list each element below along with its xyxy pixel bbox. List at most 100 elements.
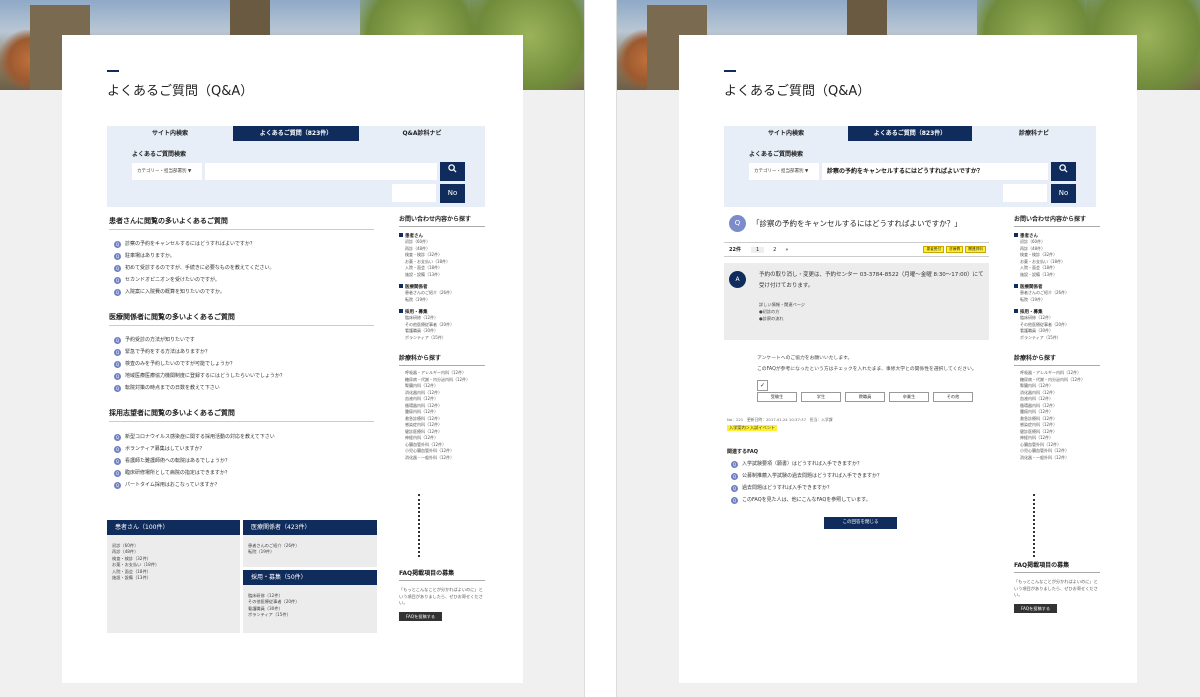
sidebar-link[interactable]: 施設・設備（13件） xyxy=(399,272,485,279)
tab-site-search[interactable]: サイト内検索 xyxy=(107,126,233,141)
search-button[interactable] xyxy=(1051,162,1076,181)
list-item[interactable]: Q 転院対策の時点までの日数を教えて下さい xyxy=(114,382,376,394)
sidebar-link[interactable]: 転院（19件） xyxy=(399,297,485,304)
question-icon: Q xyxy=(729,215,746,232)
search-input[interactable]: 診察の予約をキャンセルするにはどうすればよいですか？ xyxy=(822,163,1048,180)
answer-box: A 予約の取り消し・変更は、予約センター 03-3784-8522（月曜～金曜 … xyxy=(724,263,989,340)
list-item[interactable]: Q 緊急で予約をする方法はありますか？ xyxy=(114,346,376,358)
list-item[interactable]: Q 看護師た難護師術への転院はあるでしょうか？ xyxy=(114,455,376,467)
faq-detail-screen: よくあるご質問（Q&A） サイト内検索 よくあるご質問（823件） 診療科ナビ … xyxy=(616,0,1200,697)
list-item[interactable]: Q 予約受診の方法が知りたいです xyxy=(114,334,376,346)
list-item[interactable]: Q 公募制推薦入学試験の過去問題はどうすれば入手できますか？ xyxy=(731,470,981,482)
search-label: よくあるご質問検索 xyxy=(749,151,804,158)
sidebar-link[interactable]: ボランティア（15件） xyxy=(1014,335,1100,342)
feedback-button[interactable]: FAQを投稿する xyxy=(399,611,442,621)
faq-number-input[interactable] xyxy=(1003,184,1047,202)
category-title[interactable]: 医療関係者（423件） xyxy=(243,520,377,535)
list-item[interactable]: Q 診察の予約をキャンセルするにはどうすればよいですか？ xyxy=(114,238,376,250)
list-item[interactable]: Q 地域医療医療協力機関制度に登録するにはどうしたらいいでしょうか？ xyxy=(114,370,376,382)
list-item[interactable]: Q 検査のみを予約したいのですが可能でしょうか？ xyxy=(114,358,376,370)
list-item[interactable]: Q 臨床研修場所として病院の指定はできますか？ xyxy=(114,467,376,479)
list-item[interactable]: Q パートタイム採用はおこなっていますか？ xyxy=(114,479,376,491)
no-search-button[interactable]: No xyxy=(440,184,465,203)
more-dots xyxy=(1033,494,1035,557)
list-item[interactable]: Q 入院案に入院費の概算を知りたいのですか。 xyxy=(114,286,376,298)
sidebar-group-medical: 医療関係者 患者さんのご紹介（26件） 転院（19件） xyxy=(1014,284,1100,303)
sidebar-link[interactable]: ボランティア（15件） xyxy=(399,335,485,342)
category-title[interactable]: 患者さん（100件） xyxy=(107,520,240,535)
question-icon: Q xyxy=(114,372,121,380)
close-answer-button[interactable]: この回答を閉じる xyxy=(824,517,897,529)
category-link[interactable]: ボランティア（15件） xyxy=(248,612,377,618)
tab-site-search[interactable]: サイト内検索 xyxy=(724,126,848,141)
answer-icon: A xyxy=(729,271,746,288)
section-title-patients: 患者さんに閲覧の多いよくあるご質問 xyxy=(109,216,374,230)
category-link[interactable]: 施設・設備（13件） xyxy=(112,575,240,581)
sidebar-link[interactable]: 施設・設備（13件） xyxy=(1014,272,1100,279)
search-button[interactable] xyxy=(440,162,465,181)
search-tabs: サイト内検索 よくあるご質問（823件） 診療科ナビ xyxy=(724,126,1096,141)
list-item[interactable]: Q 駐車場はありますか。 xyxy=(114,250,376,262)
sidebar-link[interactable]: 転院（19件） xyxy=(1014,297,1100,304)
related-faq-list: Q 入学試験要項（願書）はどうすれば入手できますか？ Q 公募制推薦入学試験の過去問… xyxy=(731,458,981,506)
list-item[interactable]: Q 過去問題はどうすれば入手できますか？ xyxy=(731,482,981,494)
choice-button[interactable]: その他 xyxy=(933,392,973,402)
choice-button[interactable]: 卒業生 xyxy=(889,392,929,402)
category-select[interactable]: カテゴリー・担当部署別 ▼ xyxy=(132,163,202,180)
question-icon: Q xyxy=(114,240,121,248)
category-box-patients: 患者さん（100件） 初診（60件） 再診（48件） 検査・検診（32件） お薬… xyxy=(107,520,240,633)
tab-faq[interactable]: よくあるご質問（823件） xyxy=(848,126,972,141)
page-next[interactable]: » xyxy=(785,247,788,253)
feedback-button[interactable]: FAQを投稿する xyxy=(1014,603,1057,613)
related-link[interactable]: ●初診の方 xyxy=(759,308,805,315)
question-icon: Q xyxy=(731,472,738,480)
category-title[interactable]: 採用・募集（50件） xyxy=(243,570,377,585)
dept-link[interactable]: 消化器・一般外科（12件） xyxy=(1014,455,1100,462)
faq-number-input[interactable] xyxy=(392,184,436,202)
category-select[interactable]: カテゴリー・担当部署別 ▼ xyxy=(749,163,819,180)
question-icon: Q xyxy=(114,433,121,441)
page-2[interactable]: 2 xyxy=(773,247,776,253)
tag-label[interactable]: 関連資料 xyxy=(965,246,986,253)
list-item[interactable]: Q 新型コロナウイルス感染症に関する採用活動の対応を教えて下さい xyxy=(114,431,376,443)
tab-navi[interactable]: Q&A診科ナビ xyxy=(359,126,485,141)
question-icon: Q xyxy=(114,457,121,465)
feedback-box: FAQ掲載項目の募集 「もっとこんなことが分かればよいのに」という項目がありまし… xyxy=(399,568,485,621)
list-item[interactable]: Q 入学試験要項（願書）はどうすれば入手できますか？ xyxy=(731,458,981,470)
tag-label[interactable]: 患者受付 xyxy=(923,246,945,253)
search-input[interactable] xyxy=(205,163,437,180)
category-link[interactable]: 転院（19件） xyxy=(248,549,377,555)
no-search-button[interactable]: No xyxy=(1051,184,1076,203)
section-title-medical: 医療関係者に閲覧の多いよくあるご質問 xyxy=(109,312,374,326)
list-item[interactable]: Q このFAQを見た人は、他にこんなFAQを参照しています。 xyxy=(731,494,981,506)
choice-button[interactable]: 学生 xyxy=(801,392,841,402)
category-highlight[interactable]: 入学案内＞入試イベント xyxy=(727,425,778,431)
section-title-recruit: 採用志望者に閲覧の多いよくあるご質問 xyxy=(109,408,374,422)
sidebar-group-recruit: 採用・募集 臨床研修（12件） その他医療従事者（20件） 看護職員（30件） … xyxy=(399,309,485,341)
dept-link[interactable]: 消化器・一般外科（12件） xyxy=(399,455,485,462)
tag-label[interactable]: 診療費 xyxy=(946,246,964,253)
list-item[interactable]: Q ボランティア募集はしていますか？ xyxy=(114,443,376,455)
page-1[interactable]: 1 xyxy=(750,246,765,253)
pager-bar: 22件 1 2 » 患者受付 診療費 関連資料 xyxy=(724,242,989,257)
survey-text: アンケートへのご協力をお願いいたします。 このFAQが参考になったという方はチェ… xyxy=(757,356,977,372)
question-text: 「診察の予約をキャンセルするにはどうすればよいですか？」 xyxy=(752,219,962,228)
tab-faq[interactable]: よくあるご質問（823件） xyxy=(233,126,359,141)
sidebar-title: お問い合わせ内容から探す xyxy=(1014,214,1100,227)
tab-navi[interactable]: 診療科ナビ xyxy=(972,126,1096,141)
choice-button[interactable]: 受験生 xyxy=(757,392,797,402)
related-links-heading: 詳しい情報・関連ページ xyxy=(759,302,805,307)
sidebar-group-patients: 患者さん 初診（60件） 再診（48件） 検査・検診（32件） お薬・お支払い（… xyxy=(399,233,485,278)
related-link[interactable]: ●診察の流れ xyxy=(759,315,805,322)
choice-button[interactable]: 教職員 xyxy=(845,392,885,402)
sidebar-group-patients: 患者さん 初診（60件） 再診（48件） 検査・検診（32件） お薬・お支払い（… xyxy=(1014,233,1100,278)
dept-list: 呼吸器・アレルギー内科（12件） 糖尿病・代謝・内分泌内科（12件） 腎臓内科（… xyxy=(1014,370,1100,461)
content-sheet: よくあるご質問（Q&A） サイト内検索 よくあるご質問（823件） Q&A診科ナ… xyxy=(62,35,523,683)
sidebar-group-medical: 医療関係者 患者さんのご紹介（26件） 転院（19件） xyxy=(399,284,485,303)
list-item[interactable]: Q セカンドオピニオンを受けたいのですが。 xyxy=(114,274,376,286)
list-item[interactable]: Q 初めて受診するのですが、手続きに必要なものを教えてください。 xyxy=(114,262,376,274)
page-title: よくあるご質問（Q&A） xyxy=(724,84,871,99)
search-box: よくあるご質問検索 カテゴリー・担当部署別 ▼ No xyxy=(107,141,485,207)
search-box: よくあるご質問検索 カテゴリー・担当部署別 ▼ 診察の予約をキャンセルするにはど… xyxy=(724,141,1096,207)
helpful-checkbox[interactable]: ✓ xyxy=(757,380,768,391)
